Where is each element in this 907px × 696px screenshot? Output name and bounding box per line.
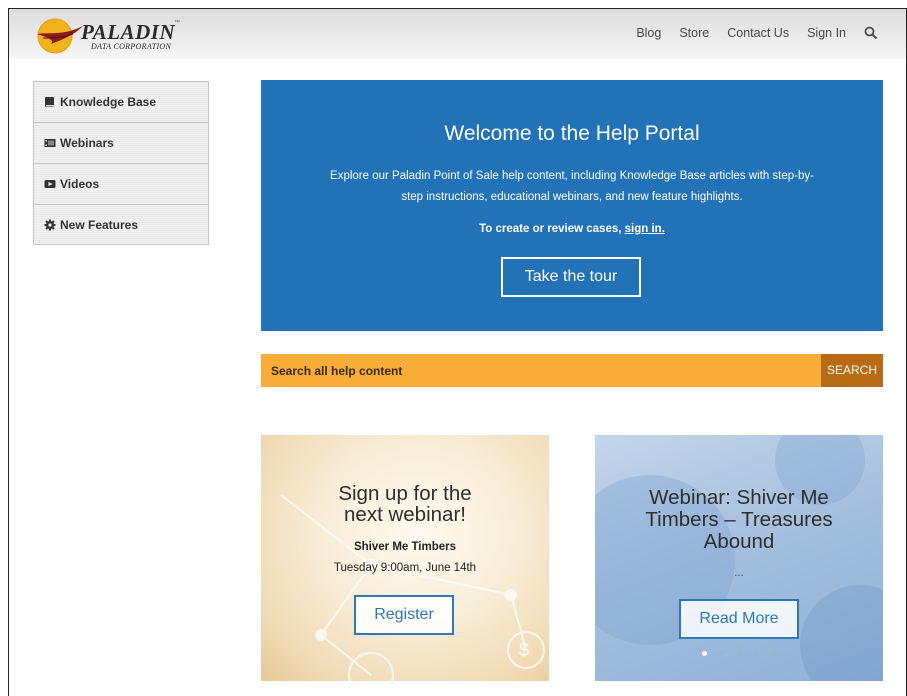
carousel-dot[interactable] — [701, 651, 707, 656]
carousel-dot[interactable] — [771, 651, 777, 656]
browser-frame: PALADIN ™ DATA CORPORATION Blog Store Co… — [8, 8, 907, 696]
svg-text:$: $ — [519, 640, 529, 660]
sidebar-item-label: Webinars — [60, 136, 114, 150]
webinar-article-card: Webinar: Shiver Me Timbers – Treasures A… — [595, 435, 883, 681]
event-time: Tuesday 9:00am, June 14th — [333, 562, 477, 574]
sign-in-link[interactable]: sign in. — [625, 223, 665, 235]
nav-store[interactable]: Store — [679, 26, 709, 40]
trademark-symbol: ™ — [174, 20, 180, 26]
help-search-bar: SEARCH — [261, 354, 883, 387]
card-title-line: next webinar! — [344, 503, 466, 526]
hero-description: Explore our Paladin Point of Sale help c… — [301, 166, 843, 208]
hero-description-line: Explore our Paladin Point of Sale help c… — [330, 170, 814, 182]
book-icon — [45, 97, 54, 107]
hero-title: Welcome to the Help Portal — [444, 122, 700, 145]
top-navigation: Blog Store Contact Us Sign In — [618, 26, 878, 40]
card-title-line: Abound — [703, 530, 775, 553]
event-name: Shiver Me Timbers — [353, 541, 457, 553]
register-button[interactable]: Register — [354, 595, 454, 635]
card-title-line: Timbers – Treasures — [645, 508, 833, 531]
carousel-dot[interactable] — [719, 651, 725, 656]
gear-icon — [44, 219, 56, 230]
network-decoration: $ — [280, 494, 545, 681]
sidebar-item-label: Videos — [60, 177, 100, 191]
eagle-logo-icon — [37, 18, 83, 54]
hero-cta-text: To create or review cases, — [479, 223, 625, 235]
card-ellipsis: ... — [734, 567, 744, 579]
sidebar-item-label: Knowledge Base — [60, 95, 157, 109]
carousel-dots — [595, 643, 883, 661]
search-button[interactable]: SEARCH — [821, 354, 883, 387]
paladin-logo[interactable]: PALADIN ™ DATA CORPORATION — [33, 14, 193, 56]
webinar-signup-card: $ Sign up for the next webinar! Shiver M… — [261, 435, 549, 681]
nav-contact-us[interactable]: Contact Us — [727, 26, 789, 40]
sidebar-item-label: New Features — [60, 217, 139, 232]
sidebar-item-knowledge-base[interactable]: Knowledge Base — [33, 81, 209, 122]
card-title-line: Webinar: Shiver Me — [649, 486, 829, 509]
brand-subtitle: DATA CORPORATION — [91, 42, 172, 51]
card-title-line: Sign up for the — [338, 482, 472, 505]
hero-cta: To create or review cases, sign in. — [261, 223, 883, 235]
take-tour-button[interactable]: Take the tour — [501, 257, 641, 297]
film-icon — [44, 139, 56, 147]
site-header: PALADIN ™ DATA CORPORATION Blog Store Co… — [9, 9, 906, 59]
read-more-button[interactable]: Read More — [679, 599, 799, 639]
nav-sign-in[interactable]: Sign In — [807, 26, 846, 40]
background-circle — [800, 585, 883, 681]
welcome-hero: Welcome to the Help Portal Explore our P… — [261, 80, 883, 331]
sidebar-nav: Knowledge Base Webinars Videos New Featu… — [33, 81, 209, 245]
search-icon[interactable] — [864, 26, 878, 40]
sidebar-item-webinars[interactable]: Webinars — [33, 122, 209, 163]
nav-blog[interactable]: Blog — [636, 26, 661, 40]
carousel-dot[interactable] — [753, 651, 759, 656]
video-camera-icon — [44, 180, 56, 188]
hero-description-line: step instructions, educational webinars,… — [401, 191, 743, 203]
carousel-dot[interactable] — [736, 651, 742, 656]
sidebar-item-videos[interactable]: Videos — [33, 163, 209, 204]
sidebar-item-new-features[interactable]: New Features — [33, 204, 209, 245]
search-input[interactable] — [261, 354, 821, 387]
